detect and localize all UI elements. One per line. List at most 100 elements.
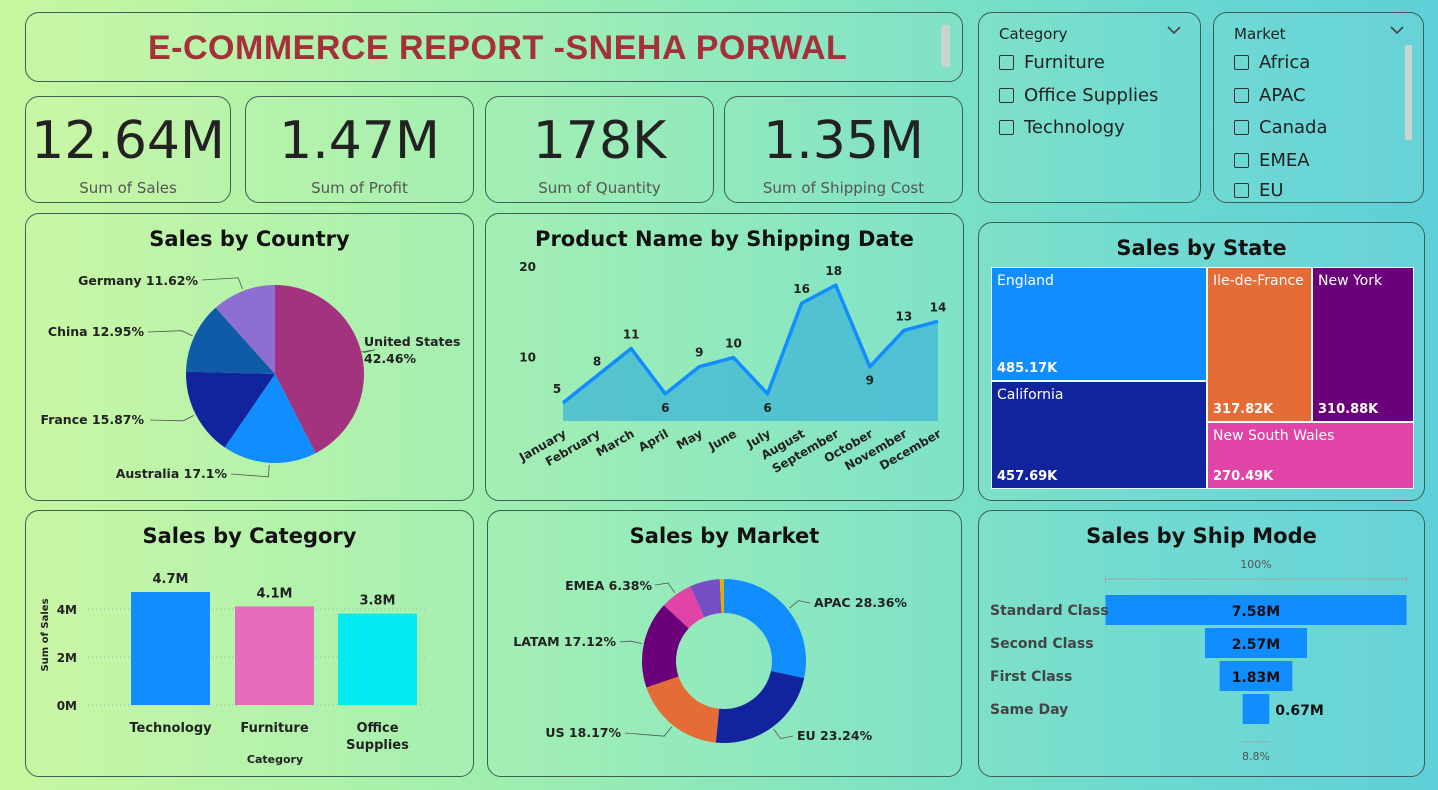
x-tick-technology: Technology — [129, 721, 212, 736]
data-label-technology: 4.7M — [153, 572, 189, 587]
sales-by-category-card: Sales by Category 0M 2M 4M Sum of Sales Cate… — [25, 510, 474, 777]
checkbox[interactable] — [1234, 152, 1249, 168]
treemap-value: 270.49K — [1213, 469, 1274, 484]
leader-line — [230, 464, 270, 478]
checkbox[interactable] — [1234, 87, 1249, 103]
data-label-may: 9 — [695, 346, 703, 360]
data-label-april: 6 — [661, 401, 669, 415]
y-tick-label: 4M — [57, 603, 77, 617]
x-tick-march: March — [594, 426, 637, 459]
kpi-quantity-value: 178K — [532, 111, 667, 171]
checkbox[interactable] — [1234, 119, 1249, 135]
shipping-date-area-chart[interactable]: 1020581169106161891314JanuaryFebruaryMar… — [486, 214, 964, 501]
category-option-office-supplies[interactable]: Office Supplies — [999, 84, 1158, 106]
funnel-category-second-class: Second Class — [990, 636, 1094, 652]
option-label: EMEA — [1259, 149, 1310, 171]
treemap-value: 317.82K — [1213, 402, 1274, 417]
kpi-sales-value: 12.64M — [31, 111, 225, 171]
treemap-label: Ile-de-France — [1213, 273, 1304, 289]
country-pie-chart[interactable]: United States 42.46% Australia 17.1% France… — [26, 214, 474, 501]
kpi-sales-label: Sum of Sales — [79, 179, 177, 197]
market-slicer-title: Market — [1234, 25, 1286, 43]
data-label-germany: Germany 11.62% — [78, 273, 198, 288]
category-option-technology[interactable]: Technology — [999, 116, 1125, 138]
data-label-january: 5 — [553, 382, 561, 396]
funnel-category-first-class: First Class — [990, 669, 1072, 685]
checkbox[interactable] — [1234, 54, 1249, 70]
funnel-category-same-day: Same Day — [990, 702, 1068, 718]
pie-slice-us[interactable] — [646, 676, 720, 743]
checkbox[interactable] — [999, 54, 1014, 70]
data-label-march: 11 — [623, 328, 640, 342]
shipmode-funnel-chart[interactable]: 100% Standard Class 7.58M Second Class 2.57M… — [979, 511, 1425, 777]
data-label-june: 10 — [725, 337, 742, 351]
data-label-same-day: 0.67M — [1275, 703, 1323, 719]
checkbox[interactable] — [999, 119, 1014, 135]
data-label-office-supplies: 3.8M — [360, 594, 396, 609]
market-slicer: Market Africa APAC Canada EMEA EU — [1213, 12, 1424, 203]
y-tick-label: 2M — [57, 651, 77, 665]
bar-office-supplies[interactable] — [338, 613, 417, 705]
x-tick-office-supplies: Office — [356, 721, 398, 736]
treemap-label: New York — [1318, 273, 1383, 289]
checkbox[interactable] — [1234, 182, 1249, 198]
treemap-tile-ile-de-france[interactable]: Ile-de-France 317.82K — [1207, 267, 1312, 422]
market-option-emea[interactable]: EMEA — [1234, 149, 1310, 171]
market-slicer-scrollbar[interactable] — [1405, 45, 1412, 140]
treemap-value: 485.17K — [997, 361, 1058, 376]
treemap-tile-california[interactable]: California 457.69K — [991, 381, 1207, 489]
sales-by-state-card: Sales by State England 485.17K Californi… — [978, 222, 1425, 501]
kpi-quantity-label: Sum of Quantity — [538, 179, 661, 197]
x-tick-april: April — [636, 426, 671, 454]
funnel-bottom-label: 8.8% — [1242, 750, 1270, 763]
x-tick-furniture: Furniture — [240, 721, 308, 736]
treemap-tile-new-south-wales[interactable]: New South Wales 270.49K — [1207, 422, 1414, 489]
pie-slice-eu[interactable] — [715, 671, 805, 743]
kpi-profit-label: Sum of Profit — [311, 179, 408, 197]
market-option-canada[interactable]: Canada — [1234, 116, 1328, 138]
funnel-bar-same-day[interactable] — [1242, 694, 1270, 724]
page-title: E-COMMERCE REPORT -SNEHA PORWAL — [148, 29, 848, 67]
chart-title: Sales by State — [1116, 236, 1287, 260]
x-tick-office-supplies: Supplies — [346, 738, 409, 753]
market-option-eu[interactable]: EU — [1234, 179, 1284, 201]
chevron-down-icon[interactable] — [1166, 23, 1182, 37]
treemap-tile-new-york[interactable]: New York 310.88K — [1312, 267, 1414, 422]
kpi-sales-card: 12.64M Sum of Sales — [25, 96, 231, 203]
treemap-tile-england[interactable]: England 485.17K — [991, 267, 1207, 381]
data-label-united-states: United States — [364, 334, 460, 349]
data-label-august: 16 — [793, 282, 810, 296]
y-tick-label: 10 — [519, 351, 536, 365]
sales-by-shipmode-card: Sales by Ship Mode 100% Standard Class 7.5… — [978, 510, 1425, 777]
category-slicer: Category Furniture Office Supplies Techn… — [978, 12, 1201, 203]
option-label: Africa — [1259, 51, 1311, 73]
market-option-africa[interactable]: Africa — [1234, 51, 1310, 73]
data-label-france: France 15.87% — [40, 412, 144, 427]
option-label: Canada — [1259, 116, 1328, 138]
data-label-apac: APAC 28.36% — [814, 595, 907, 610]
bar-furniture[interactable] — [235, 606, 314, 705]
bar-technology[interactable] — [131, 592, 210, 705]
pie-slice-apac[interactable] — [724, 579, 806, 679]
chevron-down-icon[interactable] — [1389, 23, 1405, 37]
data-label-united-states-cont: 42.46% — [364, 351, 417, 366]
kpi-profit-card: 1.47M Sum of Profit — [245, 96, 474, 203]
data-label-october: 9 — [866, 374, 874, 388]
category-bar-chart[interactable]: 0M 2M 4M Sum of Sales Category 4.7M Technology… — [26, 511, 474, 777]
treemap-value: 310.88K — [1318, 402, 1379, 417]
market-donut-chart[interactable]: APAC 28.36% EU 23.24% US 18.17% LATAM 17.12… — [488, 511, 962, 777]
data-label-us: US 18.17% — [545, 725, 621, 740]
leader-line — [654, 582, 676, 594]
category-option-furniture[interactable]: Furniture — [999, 51, 1105, 73]
treemap-label: California — [997, 387, 1064, 403]
header-scrollbar[interactable] — [941, 25, 950, 67]
data-label-latam: LATAM 17.12% — [513, 634, 616, 649]
treemap-label: England — [997, 273, 1054, 289]
data-label-second-class: 2.57M — [1232, 637, 1280, 653]
checkbox[interactable] — [999, 87, 1014, 103]
kpi-quantity-card: 178K Sum of Quantity — [485, 96, 714, 203]
data-label-december: 14 — [930, 300, 947, 314]
shipping-date-card: Product Name by Shipping Date 10 20 5 8 11 6 9… — [485, 213, 964, 501]
kpi-profit-value: 1.47M — [279, 111, 440, 171]
market-option-apac[interactable]: APAC — [1234, 84, 1306, 106]
